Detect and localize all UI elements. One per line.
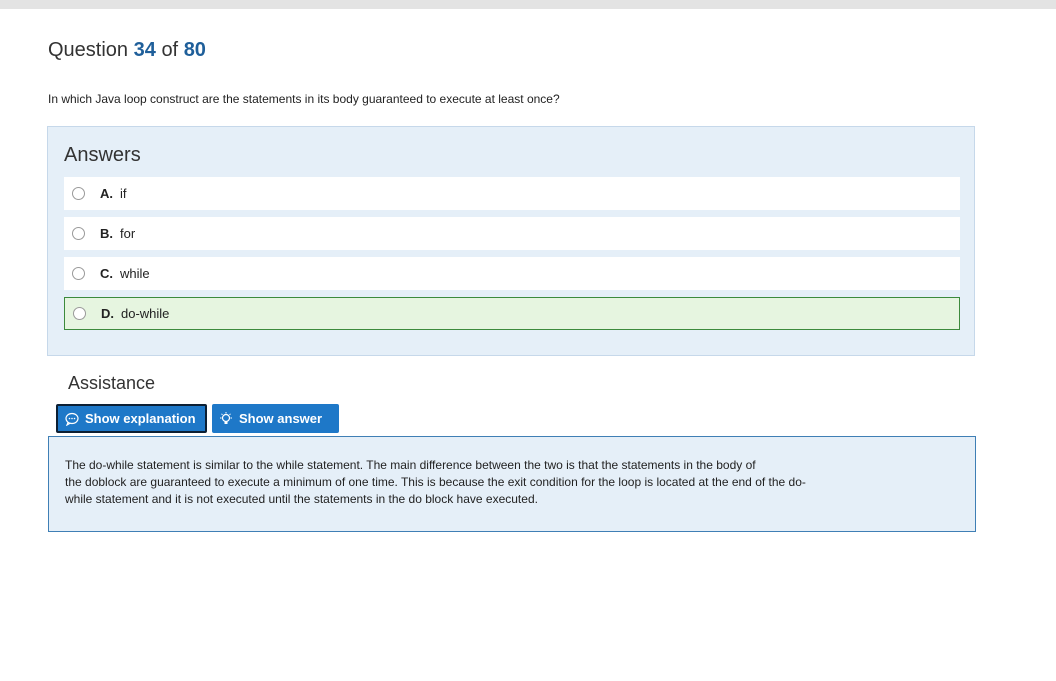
lightbulb-icon	[219, 411, 233, 426]
radio-button[interactable]	[72, 187, 85, 200]
show-explanation-button[interactable]: Show explanation	[56, 404, 207, 433]
answer-letter: C.	[100, 266, 113, 281]
answer-letter: D.	[101, 306, 114, 321]
radio-button[interactable]	[73, 307, 86, 320]
answer-letter: B.	[100, 226, 113, 241]
answer-option-b[interactable]: B. for	[64, 217, 960, 250]
answer-text: if	[120, 186, 127, 201]
explanation-line: the doblock are guaranteed to execute a …	[65, 475, 806, 489]
explanation-line: The do-while statement is similar to the…	[65, 458, 756, 472]
answers-panel: Answers A. if B. for C. while D. do-whil…	[47, 126, 975, 356]
question-prefix: Question	[48, 39, 129, 61]
answer-text: do-while	[121, 306, 170, 321]
show-answer-button[interactable]: Show answer	[212, 404, 339, 433]
explanation-line: while statement and it is not executed u…	[65, 492, 538, 506]
answers-title: Answers	[64, 144, 141, 166]
explanation-panel: The do-while statement is similar to the…	[48, 436, 976, 532]
radio-button[interactable]	[72, 267, 85, 280]
radio-button[interactable]	[72, 227, 85, 240]
answer-text: for	[120, 226, 136, 241]
answer-option-c[interactable]: C. while	[64, 257, 960, 290]
assistance-title: Assistance	[68, 373, 156, 393]
answer-text: while	[120, 266, 150, 281]
top-bar	[0, 0, 1056, 9]
answer-letter: A.	[100, 186, 113, 201]
show-explanation-label: Show explanation	[85, 411, 196, 426]
show-answer-label: Show answer	[239, 411, 323, 426]
answer-option-a[interactable]: A. if	[64, 177, 960, 210]
question-total: 80	[183, 39, 206, 61]
question-of: of	[161, 39, 179, 61]
question-header: Question 34 of 80	[48, 39, 206, 62]
speech-bubble-icon	[65, 412, 79, 426]
answer-option-d[interactable]: D. do-while	[64, 297, 960, 330]
question-text: In which Java loop construct are the sta…	[48, 92, 560, 106]
question-number: 34	[133, 39, 156, 61]
